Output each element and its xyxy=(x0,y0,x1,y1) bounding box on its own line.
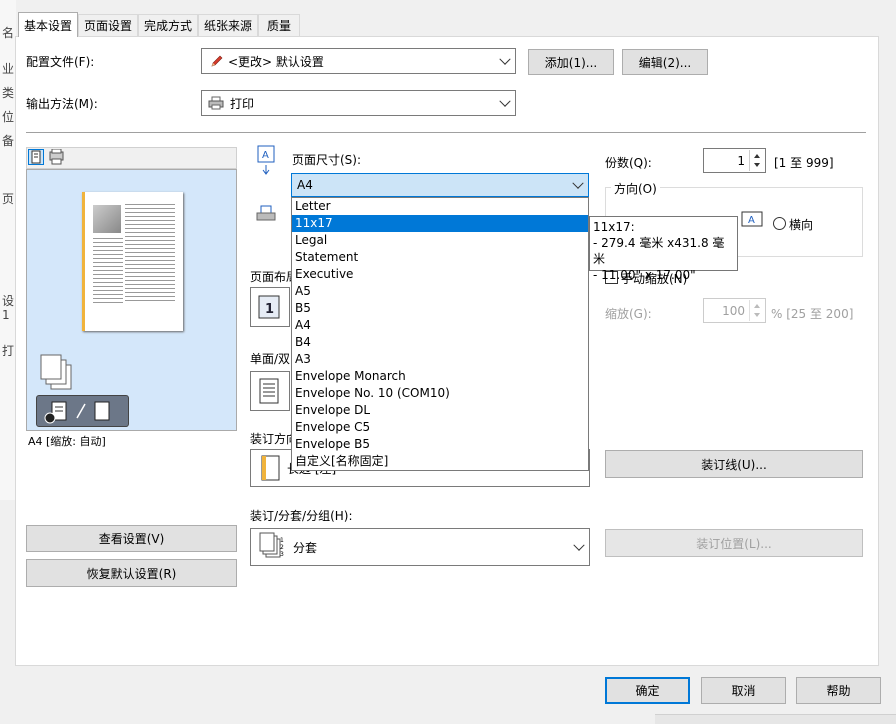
output-value: 打印 xyxy=(230,96,255,111)
printer-icon xyxy=(208,96,224,110)
dropdown-option[interactable]: B4 xyxy=(292,334,588,351)
add-profile-button[interactable]: 添加(1)... xyxy=(528,49,614,75)
bg-fragment: 1 xyxy=(2,308,10,322)
page-size-icon: A xyxy=(256,145,276,177)
dropdown-option[interactable]: Envelope DL xyxy=(292,402,588,419)
bg-fragment: 类 xyxy=(2,86,15,100)
landscape-label: 横向 xyxy=(789,218,814,232)
profile-select[interactable]: <更改> 默认设置 xyxy=(201,48,516,74)
dropdown-option[interactable]: 自定义[名称固定] xyxy=(292,453,588,470)
chevron-down-icon xyxy=(573,539,585,551)
svg-text:1: 1 xyxy=(265,302,274,317)
copies-label: 份数(Q): xyxy=(605,156,652,170)
preview-page xyxy=(82,192,183,331)
chevron-down-icon xyxy=(572,177,584,189)
duplex-label: 单面/双 xyxy=(250,352,291,366)
dropdown-option[interactable]: Statement xyxy=(292,249,588,266)
ok-button[interactable]: 确定 xyxy=(605,677,690,704)
duplex-icon-box[interactable] xyxy=(250,371,290,411)
bg-fragment: 名 xyxy=(2,26,15,40)
edit-profile-button[interactable]: 编辑(2)... xyxy=(622,49,708,75)
dropdown-option[interactable]: A5 xyxy=(292,283,588,300)
orientation-label: 方向(O) xyxy=(611,180,660,197)
bg-fragment: 打 xyxy=(2,344,15,358)
copies-stack-icon xyxy=(40,354,74,392)
copies-input[interactable]: 1 xyxy=(703,148,766,173)
bg-fragment: 设 xyxy=(2,294,15,308)
cancel-button[interactable]: 取消 xyxy=(701,677,786,704)
dropdown-option[interactable]: Envelope C5 xyxy=(292,419,588,436)
dropdown-option[interactable]: B5 xyxy=(292,300,588,317)
output-size-icon xyxy=(256,205,276,223)
binding-icon xyxy=(259,454,281,482)
finishing-value: 分套 xyxy=(293,540,318,555)
tab-finishing[interactable]: 完成方式 xyxy=(138,14,198,36)
output-select[interactable]: 打印 xyxy=(201,90,516,116)
scale-label: 缩放(G): xyxy=(605,307,652,321)
printer-view-icon[interactable] xyxy=(48,148,66,165)
landscape-radio[interactable] xyxy=(773,217,786,230)
tab-basic[interactable]: 基本设置 xyxy=(18,12,78,37)
dropdown-option[interactable]: A3 xyxy=(292,351,588,368)
profile-label: 配置文件(F): xyxy=(26,55,95,69)
bg-fragment: 备 xyxy=(2,134,15,148)
bg-fragment: 页 xyxy=(2,192,15,206)
tab-quality[interactable]: 质量 xyxy=(258,14,300,36)
tooltip-line: - 11.00" x 17.00" xyxy=(593,268,696,282)
chevron-down-icon xyxy=(499,53,511,65)
help-button[interactable]: 帮助 xyxy=(796,677,881,704)
svg-text:3: 3 xyxy=(280,551,284,558)
svg-text:A: A xyxy=(748,215,755,226)
page-size-label: 页面尺寸(S): xyxy=(292,153,362,167)
dropdown-option[interactable]: Envelope B5 xyxy=(292,436,588,453)
page-size-value: A4 xyxy=(297,178,313,192)
page-view-icon[interactable] xyxy=(28,149,44,165)
page-size-tooltip: 11x17: - 279.4 毫米 x431.8 毫米 - 11.00" x 1… xyxy=(589,216,738,282)
dropdown-option-selected[interactable]: 11x17 xyxy=(292,215,588,232)
finishing-label: 装订/分套/分组(H): xyxy=(250,509,353,523)
tooltip-line: 11x17: xyxy=(593,220,635,234)
svg-text:1: 1 xyxy=(280,537,284,544)
output-label: 输出方法(M): xyxy=(26,97,98,111)
divider xyxy=(26,132,866,133)
spin-arrows-icon xyxy=(749,300,764,321)
tooltip-line: - 279.4 毫米 x431.8 毫米 xyxy=(593,236,725,266)
dropdown-option[interactable]: Envelope No. 10 (COM10) xyxy=(292,385,588,402)
spin-arrows-icon[interactable] xyxy=(749,150,764,171)
landscape-icon: A xyxy=(741,211,763,227)
copies-value: 1 xyxy=(737,153,745,168)
view-settings-button[interactable]: 查看设置(V) xyxy=(26,525,237,552)
copies-range: [1 至 999] xyxy=(774,156,834,170)
page-size-dropdown[interactable]: Letter 11x17 Legal Statement Executive A… xyxy=(291,197,589,471)
preview-status: A4 [缩放: 自动] xyxy=(28,435,106,448)
dropdown-option[interactable]: Envelope Monarch xyxy=(292,368,588,385)
pencil-icon xyxy=(210,54,224,68)
bg-fragment: 位 xyxy=(2,110,15,124)
dropdown-option[interactable]: Executive xyxy=(292,266,588,283)
layout-icon-box[interactable]: 1 xyxy=(250,287,290,327)
profile-value: <更改> 默认设置 xyxy=(228,54,324,69)
tab-page[interactable]: 页面设置 xyxy=(78,14,138,36)
chevron-down-icon xyxy=(499,95,511,107)
gutter-button[interactable]: 装订线(U)... xyxy=(605,450,863,478)
collate-icon: 123 xyxy=(257,532,287,562)
finishing-select[interactable]: 123 分套 xyxy=(250,528,590,566)
scale-value: 100 xyxy=(722,303,745,318)
svg-text:A: A xyxy=(262,150,269,161)
svg-text:2: 2 xyxy=(280,544,284,551)
dropdown-option[interactable]: A4 xyxy=(292,317,588,334)
page-size-select[interactable]: A4 xyxy=(291,173,589,197)
dropdown-option[interactable]: Legal xyxy=(292,232,588,249)
duplex-toggle-icon[interactable] xyxy=(36,395,129,427)
dropdown-option[interactable]: Letter xyxy=(292,198,588,215)
scale-range: % [25 至 200] xyxy=(771,307,854,321)
tab-paper-source[interactable]: 纸张来源 xyxy=(198,14,258,36)
binding-position-button[interactable]: 装订位置(L)... xyxy=(605,529,863,557)
bg-fragment: 业 xyxy=(2,62,15,76)
restore-defaults-button[interactable]: 恢复默认设置(R) xyxy=(26,559,237,587)
scale-input[interactable]: 100 xyxy=(703,298,766,323)
